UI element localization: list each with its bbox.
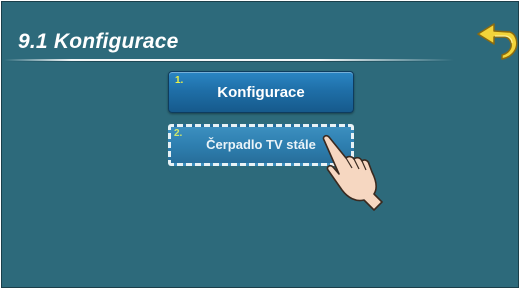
title-divider-shadow bbox=[4, 61, 454, 62]
back-arrow-icon bbox=[477, 23, 518, 60]
menu-item-cerpadlo-tv-stale[interactable]: 2. Čerpadlo TV stále bbox=[168, 124, 354, 166]
screen: 9.1 Konfigurace 1. Konfigurace 2. Čerpad… bbox=[1, 1, 519, 288]
page-title: 9.1 Konfigurace bbox=[18, 30, 179, 53]
menu-item-label: Konfigurace bbox=[217, 84, 305, 101]
menu-item-konfigurace[interactable]: 1. Konfigurace bbox=[168, 71, 354, 113]
menu-item-label: Čerpadlo TV stále bbox=[206, 137, 316, 152]
back-button[interactable] bbox=[472, 20, 518, 62]
